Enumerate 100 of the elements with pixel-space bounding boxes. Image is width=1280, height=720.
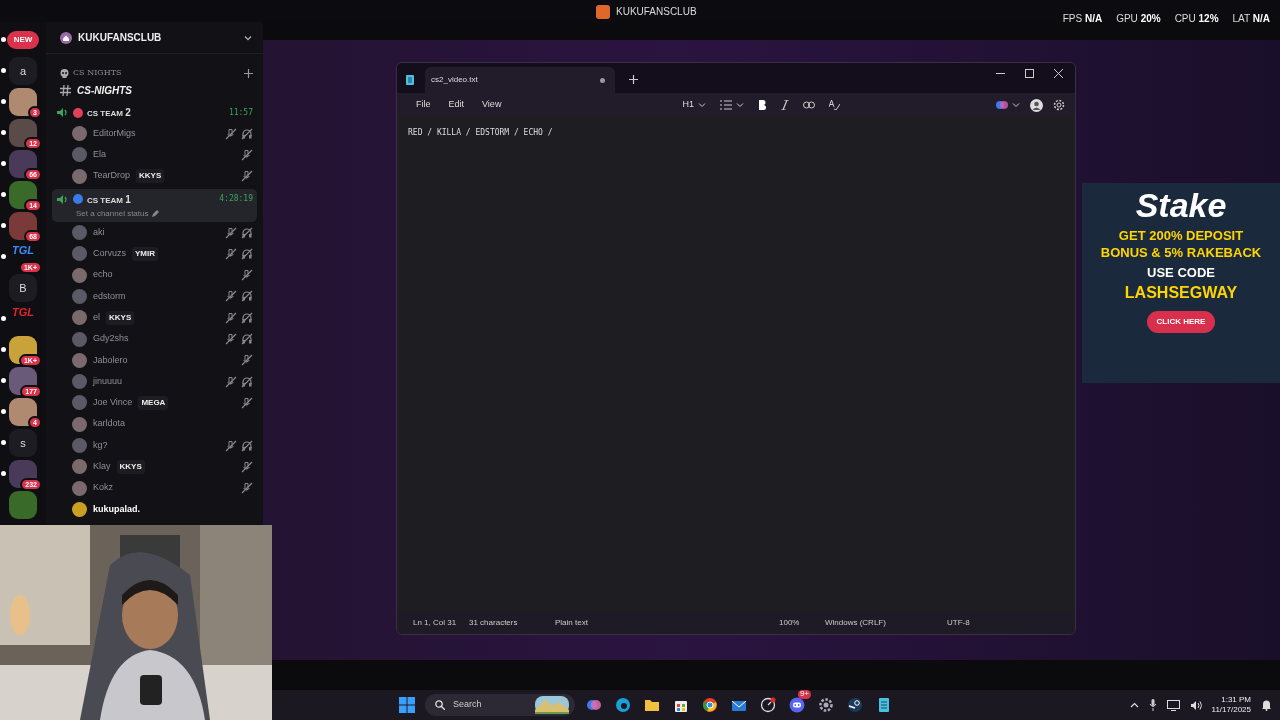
member-tag: KKYS <box>106 310 135 325</box>
clock-date[interactable]: 11/17/2025 <box>1211 705 1251 715</box>
sparkle-icon[interactable] <box>585 697 602 713</box>
avatar <box>72 395 87 411</box>
browser-icon[interactable] <box>701 697 718 713</box>
category-name[interactable]: CS NIGHTS <box>73 67 122 79</box>
member-name[interactable]: Gdy2shs <box>93 332 129 346</box>
browser-icon[interactable] <box>614 697 631 713</box>
server-name: KUKUFANSCLUB <box>78 31 162 45</box>
link-icon[interactable] <box>802 101 815 109</box>
pencil-icon[interactable] <box>151 210 159 218</box>
server-icon[interactable] <box>9 181 37 209</box>
caret-icon[interactable] <box>697 101 706 109</box>
search-input[interactable]: Search <box>451 697 521 713</box>
server-icon[interactable] <box>9 460 37 488</box>
status-item: Windows (CRLF) <box>825 617 887 629</box>
voice-channel-selected[interactable]: CS TEAM 1 4:28:19 Set a channel status <box>52 188 257 222</box>
member-tag: KKYS <box>116 459 145 474</box>
stat-label: CPU <box>1174 13 1196 24</box>
avatar <box>72 459 87 475</box>
clock-time[interactable]: 1:31 PM <box>1221 695 1251 705</box>
server-logo[interactable]: TGL <box>12 245 34 256</box>
editor-text[interactable]: RED / KILLA / EDSTORM / ECHO / <box>408 128 553 137</box>
ad-banner[interactable]: Stake GET 200% DEPOSIT BONUS & 5% RAKEBACK USE CODE LASHSEGWAY CLICK HERE <box>1082 183 1280 383</box>
monitor-icon[interactable] <box>1166 699 1180 711</box>
server-icon[interactable] <box>9 119 37 147</box>
avatar <box>72 246 87 262</box>
ad-brand: Stake <box>1135 185 1227 226</box>
server-icon[interactable]: s <box>9 429 37 457</box>
server-icon[interactable]: a <box>9 57 37 85</box>
overlay-title: KUKUFANSCLUB <box>616 5 697 19</box>
server-icon[interactable] <box>9 367 37 395</box>
avatar <box>72 480 87 496</box>
file-tab[interactable]: cs2_video.txt <box>425 67 615 93</box>
ad-button[interactable]: CLICK HERE <box>1146 310 1216 333</box>
avatar <box>72 438 87 453</box>
channel-status-prompt[interactable]: Set a channel status <box>76 208 149 218</box>
member-name[interactable]: Kokz <box>93 481 113 495</box>
microphone-icon[interactable] <box>1148 699 1157 711</box>
voice-channel[interactable]: CS TEAM 2 11:57 <box>52 102 257 123</box>
member-name[interactable]: Klay <box>93 460 111 474</box>
member-name[interactable]: Corvuzs <box>93 247 126 261</box>
server-icon[interactable] <box>9 88 37 116</box>
skull-icon <box>60 68 69 78</box>
chat-icon[interactable] <box>788 697 805 713</box>
member-name[interactable]: aki <box>93 225 105 240</box>
sparkle-icon[interactable] <box>996 99 1008 111</box>
settings-icon[interactable] <box>1053 99 1065 111</box>
plus-icon[interactable] <box>244 68 253 78</box>
server-icon[interactable] <box>9 212 37 240</box>
heading-button[interactable]: H1 <box>682 98 694 112</box>
menu-item[interactable]: View <box>473 96 511 114</box>
member-name[interactable]: Ela <box>93 148 106 162</box>
member-name[interactable]: edstorm <box>93 289 126 304</box>
list-icon[interactable] <box>719 100 732 110</box>
status-item: 100% <box>779 617 801 629</box>
search-icon <box>435 700 445 710</box>
bold-icon[interactable] <box>757 100 767 110</box>
maximize-icon[interactable] <box>1025 69 1034 78</box>
member-name[interactable]: EditorMigs <box>93 126 136 141</box>
member-name[interactable]: Jabolero <box>93 353 128 368</box>
gauge-icon[interactable] <box>759 697 776 713</box>
bell-icon[interactable] <box>1261 699 1272 711</box>
account-icon[interactable] <box>1030 98 1043 112</box>
close-icon[interactable] <box>1054 69 1063 78</box>
caret-icon[interactable] <box>1012 101 1020 109</box>
member-name[interactable]: Joe Vince <box>93 396 133 410</box>
server-icon[interactable] <box>9 398 37 426</box>
call-timer: 11:57 <box>228 106 253 119</box>
gear-icon[interactable] <box>817 697 834 713</box>
voice-channel-name: CS TEAM 2 <box>87 106 131 120</box>
caret-icon[interactable] <box>735 101 744 109</box>
member-name[interactable]: el <box>93 310 100 325</box>
chevron-up-icon[interactable] <box>1129 700 1139 710</box>
member-name[interactable]: kukupalad. <box>93 502 140 517</box>
gamepad-icon[interactable] <box>846 697 863 713</box>
search-field[interactable]: Search <box>425 694 575 716</box>
member-tag: YMIR <box>132 246 158 261</box>
member-name[interactable]: karldota <box>93 417 126 431</box>
call-timer: 4:28:19 <box>219 193 253 206</box>
plus-icon[interactable] <box>629 75 638 84</box>
server-icon[interactable] <box>9 150 37 178</box>
start-icon[interactable] <box>398 697 415 713</box>
member-name[interactable]: TearDrop <box>93 169 130 183</box>
folder-icon[interactable] <box>643 697 660 713</box>
member-name[interactable]: echo <box>93 268 113 282</box>
server-icon[interactable] <box>9 336 37 364</box>
menu-item[interactable]: Edit <box>439 96 474 114</box>
menu-item[interactable]: File <box>407 96 440 114</box>
italic-icon[interactable] <box>780 100 789 110</box>
server-icon[interactable]: B <box>9 274 37 302</box>
speaker-icon <box>56 193 69 205</box>
new-badge[interactable]: NEW <box>6 31 40 49</box>
spellcheck-icon[interactable] <box>828 100 840 110</box>
text-channel-name[interactable]: CS-NIGHTS <box>77 83 132 98</box>
member-name[interactable]: jinuuuu <box>93 374 123 389</box>
speaker-icon[interactable] <box>1189 699 1202 711</box>
server-logo[interactable]: TGL <box>12 307 34 318</box>
member-name[interactable]: kg? <box>93 438 108 453</box>
notification-badge: 9+ <box>797 690 811 699</box>
